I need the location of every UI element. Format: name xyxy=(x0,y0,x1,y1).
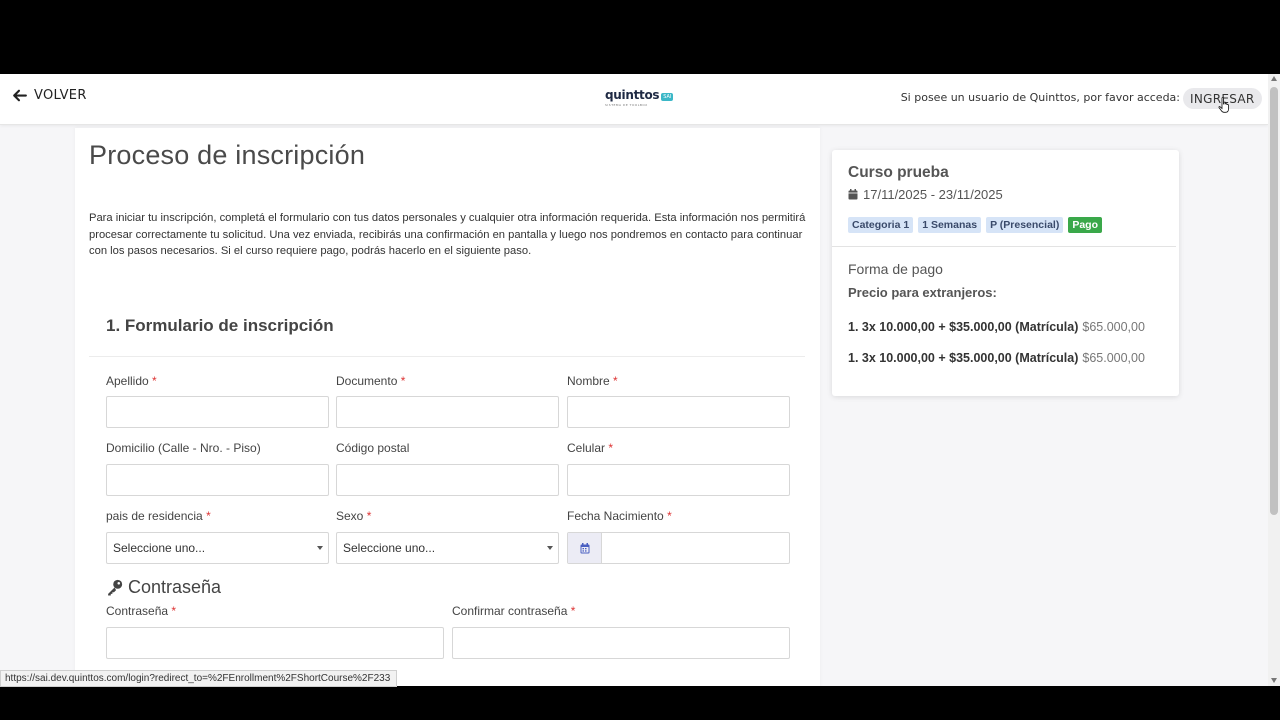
pais-select-value: Seleccione uno... xyxy=(113,541,206,555)
price-total: $65.000,00 xyxy=(1082,320,1145,334)
password-label: Contraseña * xyxy=(106,604,176,618)
calendar-icon xyxy=(580,542,589,553)
password-label-text: Contraseña xyxy=(106,604,169,618)
fecha-nacimiento-label: Fecha Nacimiento * xyxy=(567,509,672,523)
nombre-label: Nombre * xyxy=(567,374,618,388)
caret-down-icon xyxy=(547,546,553,550)
back-label: VOLVER xyxy=(34,88,87,103)
login-prompt: Si posee un usuario de Quinttos, por fav… xyxy=(900,91,1180,104)
codigo-postal-input[interactable] xyxy=(336,464,559,496)
confirm-password-label: Confirmar contraseña * xyxy=(452,604,575,618)
pais-select[interactable]: Seleccione uno... xyxy=(106,532,329,564)
required-mark: * xyxy=(400,374,406,388)
documento-label-text: Documento xyxy=(336,374,398,388)
course-dates-text: 17/11/2025 - 23/11/2025 xyxy=(863,187,1003,202)
sexo-label-text: Sexo xyxy=(336,509,364,523)
caret-down-icon xyxy=(317,546,323,550)
logo-tag: SAI xyxy=(661,92,674,101)
celular-label: Celular * xyxy=(567,441,613,455)
nombre-label-text: Nombre xyxy=(567,374,610,388)
documento-input[interactable] xyxy=(336,396,559,428)
calendar-button[interactable] xyxy=(568,533,602,563)
password-heading: Contraseña xyxy=(106,577,221,598)
vertical-scrollbar[interactable] xyxy=(1268,74,1280,686)
confirm-password-label-text: Confirmar contraseña xyxy=(452,604,568,618)
key-icon xyxy=(108,579,123,596)
course-summary-card: Curso prueba 17/11/2025 - 23/11/2025 Cat… xyxy=(832,150,1179,396)
domicilio-input[interactable] xyxy=(106,464,329,496)
sexo-label: Sexo * xyxy=(336,509,371,523)
celular-input[interactable] xyxy=(567,464,790,496)
badge-modality: P (Presencial) xyxy=(986,217,1064,233)
documento-label: Documento * xyxy=(336,374,405,388)
price-total: $65.000,00 xyxy=(1082,351,1145,365)
page-title: Proceso de inscripción xyxy=(89,140,366,170)
required-mark: * xyxy=(152,374,157,388)
password-input[interactable] xyxy=(106,627,444,659)
price-plan: 1. 3x 10.000,00 + $35.000,00 (Matrícula) xyxy=(848,320,1079,334)
badge-duration: 1 Semanas xyxy=(918,217,982,233)
fecha-nacimiento-label-text: Fecha Nacimiento xyxy=(567,509,664,523)
apellido-label-text: Apellido xyxy=(106,374,149,388)
page-viewport: VOLVER quinttos SAI SISTEMA DE TOOLBOX S… xyxy=(0,74,1268,686)
enrollment-card: Proceso de inscripción Para iniciar tu i… xyxy=(75,128,820,686)
badge-category: Categoria 1 xyxy=(848,217,914,233)
sexo-select-value: Seleccione uno... xyxy=(343,541,436,555)
apellido-label: Apellido * xyxy=(106,374,157,388)
pais-label: pais de residencia * xyxy=(106,509,211,523)
section-title: 1. Formulario de inscripción xyxy=(106,316,334,335)
apellido-input[interactable] xyxy=(106,396,329,428)
price-option: 1. 3x 10.000,00 + $35.000,00 (Matrícula)… xyxy=(848,320,1145,334)
mouse-pointer-icon xyxy=(1218,97,1229,113)
badge-payment: Pago xyxy=(1068,217,1102,233)
confirm-password-input[interactable] xyxy=(452,627,790,659)
nombre-input[interactable] xyxy=(567,396,790,428)
logo-name: quinttos xyxy=(605,88,660,102)
price-plan: 1. 3x 10.000,00 + $35.000,00 (Matrícula) xyxy=(848,351,1079,365)
scroll-thumb[interactable] xyxy=(1270,87,1278,515)
required-mark: * xyxy=(667,509,672,523)
required-mark: * xyxy=(206,509,211,523)
required-mark: * xyxy=(608,441,614,455)
codigo-postal-label: Código postal xyxy=(336,441,410,455)
back-button[interactable]: VOLVER xyxy=(11,87,87,104)
arrow-left-icon xyxy=(13,89,27,102)
link-status-bar: https://sai.dev.quinttos.com/login?redir… xyxy=(0,670,398,687)
domicilio-label: Domicilio (Calle - Nro. - Piso) xyxy=(106,441,261,455)
sexo-select[interactable]: Seleccione uno... xyxy=(336,532,559,564)
payment-subtitle: Precio para extranjeros: xyxy=(848,285,997,300)
required-mark: * xyxy=(171,604,177,618)
celular-label-text: Celular xyxy=(567,441,606,455)
course-dates: 17/11/2025 - 23/11/2025 xyxy=(848,187,1003,202)
required-mark: * xyxy=(613,374,618,388)
pais-label-text: pais de residencia xyxy=(106,509,203,523)
quinttos-logo: quinttos SAI SISTEMA DE TOOLBOX xyxy=(605,88,674,107)
logo-subtitle: SISTEMA DE TOOLBOX xyxy=(605,103,648,107)
password-heading-text: Contraseña xyxy=(128,577,222,597)
scroll-up-icon[interactable] xyxy=(1271,76,1277,81)
intro-text: Para iniciar tu inscripción, completá el… xyxy=(89,212,806,257)
top-navbar: VOLVER quinttos SAI SISTEMA DE TOOLBOX S… xyxy=(0,74,1268,125)
scroll-down-icon[interactable] xyxy=(1271,678,1277,683)
course-title: Curso prueba xyxy=(848,164,949,181)
payment-title: Forma de pago xyxy=(848,261,943,277)
required-mark: * xyxy=(366,509,372,523)
section-divider xyxy=(89,356,805,357)
required-mark: * xyxy=(570,604,576,618)
summary-divider xyxy=(832,246,1176,247)
course-badges: Categoria 1 1 Semanas P (Presencial) Pag… xyxy=(848,217,1102,233)
price-option: 1. 3x 10.000,00 + $35.000,00 (Matrícula)… xyxy=(848,351,1145,365)
calendar-icon xyxy=(848,189,858,200)
fecha-nacimiento-input[interactable] xyxy=(567,532,790,564)
